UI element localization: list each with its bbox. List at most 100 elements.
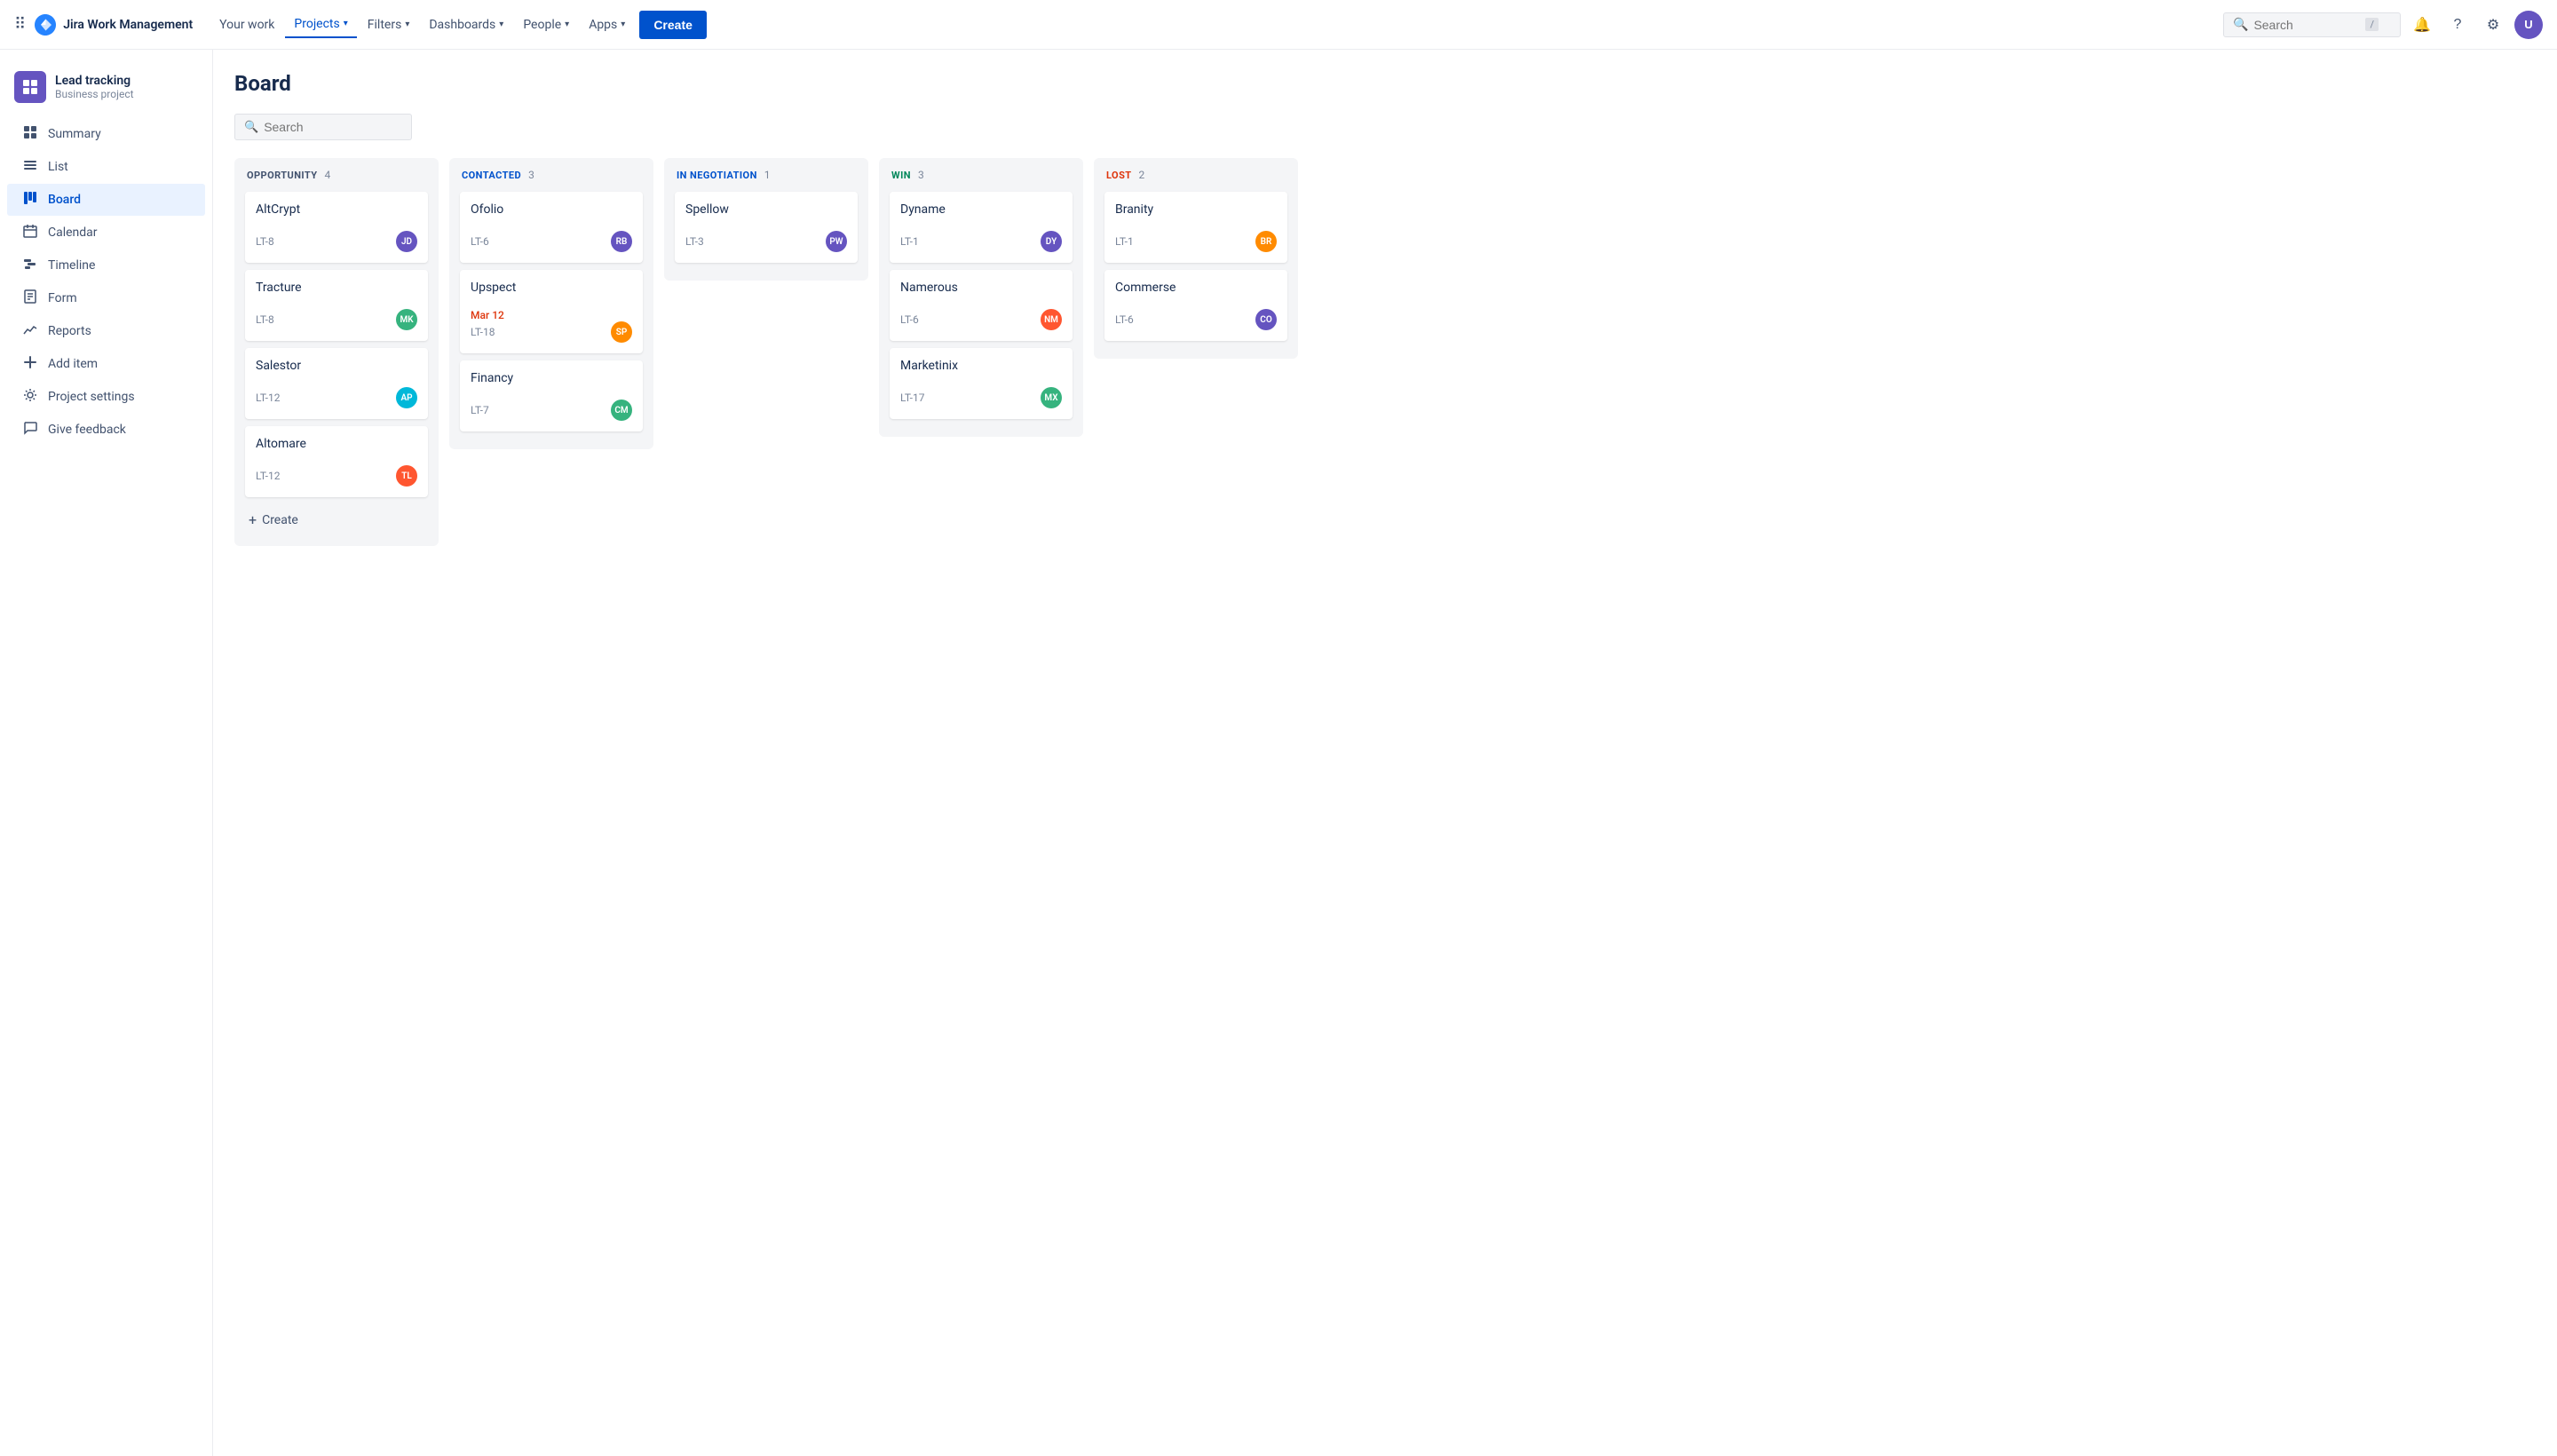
create-card-label: Create bbox=[262, 513, 298, 527]
card-marketinix[interactable]: Marketinix LT-17 MX bbox=[890, 348, 1073, 419]
card-spellow[interactable]: Spellow LT-3 PW bbox=[675, 192, 858, 263]
apps-nav[interactable]: Apps ▾ bbox=[580, 12, 634, 37]
card-footer: LT-8 MK bbox=[256, 309, 417, 330]
card-id: LT-1 bbox=[1115, 235, 1134, 248]
card-footer: LT-6 NM bbox=[900, 309, 1062, 330]
board-search-icon: 🔍 bbox=[244, 121, 258, 134]
card-footer: LT-3 PW bbox=[685, 231, 847, 252]
card-footer: LT-12 TL bbox=[256, 465, 417, 487]
column-header: LOST 2 bbox=[1104, 169, 1287, 181]
logo[interactable]: Jira Work Management bbox=[33, 12, 193, 37]
filters-nav[interactable]: Filters ▾ bbox=[359, 12, 419, 37]
create-card-button[interactable]: + Create bbox=[245, 504, 428, 535]
card-ofolio[interactable]: Ofolio LT-6 RB bbox=[460, 192, 643, 263]
card-altomare[interactable]: Altomare LT-12 TL bbox=[245, 426, 428, 497]
card-commerse[interactable]: Commerse LT-6 CO bbox=[1104, 270, 1287, 341]
main-layout: Lead tracking Business project Summary L… bbox=[0, 50, 2557, 1456]
sidebar-label-give-feedback: Give feedback bbox=[48, 423, 126, 437]
dashboards-nav[interactable]: Dashboards ▾ bbox=[420, 12, 512, 37]
sidebar-item-add-item[interactable]: Add item bbox=[7, 348, 205, 380]
card-financy[interactable]: Financy LT-7 CM bbox=[460, 360, 643, 431]
people-chevron: ▾ bbox=[565, 20, 569, 29]
card-id: LT-8 bbox=[256, 313, 274, 326]
grid-icon[interactable]: ⠿ bbox=[14, 15, 26, 34]
card-footer: LT-12 AP bbox=[256, 387, 417, 408]
card-title: Branity bbox=[1115, 202, 1277, 217]
card-avatar: NM bbox=[1041, 309, 1062, 330]
sidebar-item-board[interactable]: Board bbox=[7, 184, 205, 216]
card-title: Marketinix bbox=[900, 359, 1062, 373]
card-dyname[interactable]: Dyname LT-1 DY bbox=[890, 192, 1073, 263]
card-avatar: JD bbox=[396, 231, 417, 252]
sidebar-item-list[interactable]: List bbox=[7, 151, 205, 183]
card-branity[interactable]: Branity LT-1 BR bbox=[1104, 192, 1287, 263]
settings-button[interactable]: ⚙ bbox=[2479, 11, 2507, 39]
create-button[interactable]: Create bbox=[639, 11, 707, 39]
card-avatar: BR bbox=[1255, 231, 1277, 252]
sidebar-item-timeline[interactable]: Timeline bbox=[7, 249, 205, 281]
column-header: OPPORTUNITY 4 bbox=[245, 169, 428, 181]
card-salestor[interactable]: Salestor LT-12 AP bbox=[245, 348, 428, 419]
column-count: 2 bbox=[1139, 169, 1145, 181]
card-footer: LT-7 CM bbox=[471, 400, 632, 421]
column-header: WIN 3 bbox=[890, 169, 1073, 181]
sidebar-label-list: List bbox=[48, 160, 68, 174]
card-avatar: CO bbox=[1255, 309, 1277, 330]
card-footer: LT-1 BR bbox=[1115, 231, 1277, 252]
projects-chevron: ▾ bbox=[344, 19, 348, 28]
sidebar-label-calendar: Calendar bbox=[48, 226, 98, 240]
card-avatar: MK bbox=[396, 309, 417, 330]
timeline-icon bbox=[21, 257, 39, 274]
project-type: Business project bbox=[55, 88, 134, 100]
notifications-button[interactable]: 🔔 bbox=[2408, 11, 2436, 39]
list-icon bbox=[21, 158, 39, 176]
card-title: Upspect bbox=[471, 281, 632, 295]
card-avatar: TL bbox=[396, 465, 417, 487]
card-avatar: MX bbox=[1041, 387, 1062, 408]
card-footer: LT-1 DY bbox=[900, 231, 1062, 252]
main-content: Board 🔍 OPPORTUNITY 4 AltCrypt LT-8 JD T… bbox=[213, 50, 2557, 1456]
card-avatar: DY bbox=[1041, 231, 1062, 252]
card-id: LT-7 bbox=[471, 404, 489, 416]
projects-nav[interactable]: Projects ▾ bbox=[285, 12, 356, 38]
sidebar-label-project-settings: Project settings bbox=[48, 390, 135, 404]
card-id: LT-3 bbox=[685, 235, 704, 248]
card-title: AltCrypt bbox=[256, 202, 417, 217]
card-title: Dyname bbox=[900, 202, 1062, 217]
sidebar-item-project-settings[interactable]: Project settings bbox=[7, 381, 205, 413]
column-contacted: CONTACTED 3 Ofolio LT-6 RB Upspect Mar 1… bbox=[449, 158, 653, 449]
card-namerous[interactable]: Namerous LT-6 NM bbox=[890, 270, 1073, 341]
card-title: Tracture bbox=[256, 281, 417, 295]
card-tracture[interactable]: Tracture LT-8 MK bbox=[245, 270, 428, 341]
sidebar-label-form: Form bbox=[48, 291, 77, 305]
card-title: Altomare bbox=[256, 437, 417, 451]
board-search-input[interactable] bbox=[264, 120, 424, 134]
card-id: LT-6 bbox=[900, 313, 919, 326]
column-title: CONTACTED bbox=[462, 170, 521, 181]
user-avatar-button[interactable]: U bbox=[2514, 11, 2543, 39]
board-search-box[interactable]: 🔍 bbox=[234, 114, 412, 140]
card-footer: LT-8 JD bbox=[256, 231, 417, 252]
search-input[interactable] bbox=[2253, 18, 2360, 32]
help-button[interactable]: ? bbox=[2443, 11, 2472, 39]
sidebar-item-reports[interactable]: Reports bbox=[7, 315, 205, 347]
reports-icon bbox=[21, 322, 39, 340]
project-info: Lead tracking Business project bbox=[55, 74, 134, 101]
column-lost: LOST 2 Branity LT-1 BR Commerse LT-6 CO bbox=[1094, 158, 1298, 359]
your-work-nav[interactable]: Your work bbox=[210, 12, 283, 37]
column-count: 3 bbox=[528, 169, 534, 181]
sidebar-item-give-feedback[interactable]: Give feedback bbox=[7, 414, 205, 446]
card-title: Financy bbox=[471, 371, 632, 385]
sidebar-item-summary[interactable]: Summary bbox=[7, 118, 205, 150]
card-altcrypt[interactable]: AltCrypt LT-8 JD bbox=[245, 192, 428, 263]
search-icon: 🔍 bbox=[2233, 18, 2248, 32]
sidebar-label-timeline: Timeline bbox=[48, 258, 95, 273]
card-upspect[interactable]: Upspect Mar 12 LT-18 SP bbox=[460, 270, 643, 353]
sidebar-item-calendar[interactable]: Calendar bbox=[7, 217, 205, 249]
search-box[interactable]: 🔍 / bbox=[2223, 12, 2401, 37]
card-avatar: SP bbox=[611, 321, 632, 343]
people-nav[interactable]: People ▾ bbox=[514, 12, 578, 37]
search-kbd: / bbox=[2365, 18, 2379, 31]
sidebar-item-form[interactable]: Form bbox=[7, 282, 205, 314]
card-title: Spellow bbox=[685, 202, 847, 217]
